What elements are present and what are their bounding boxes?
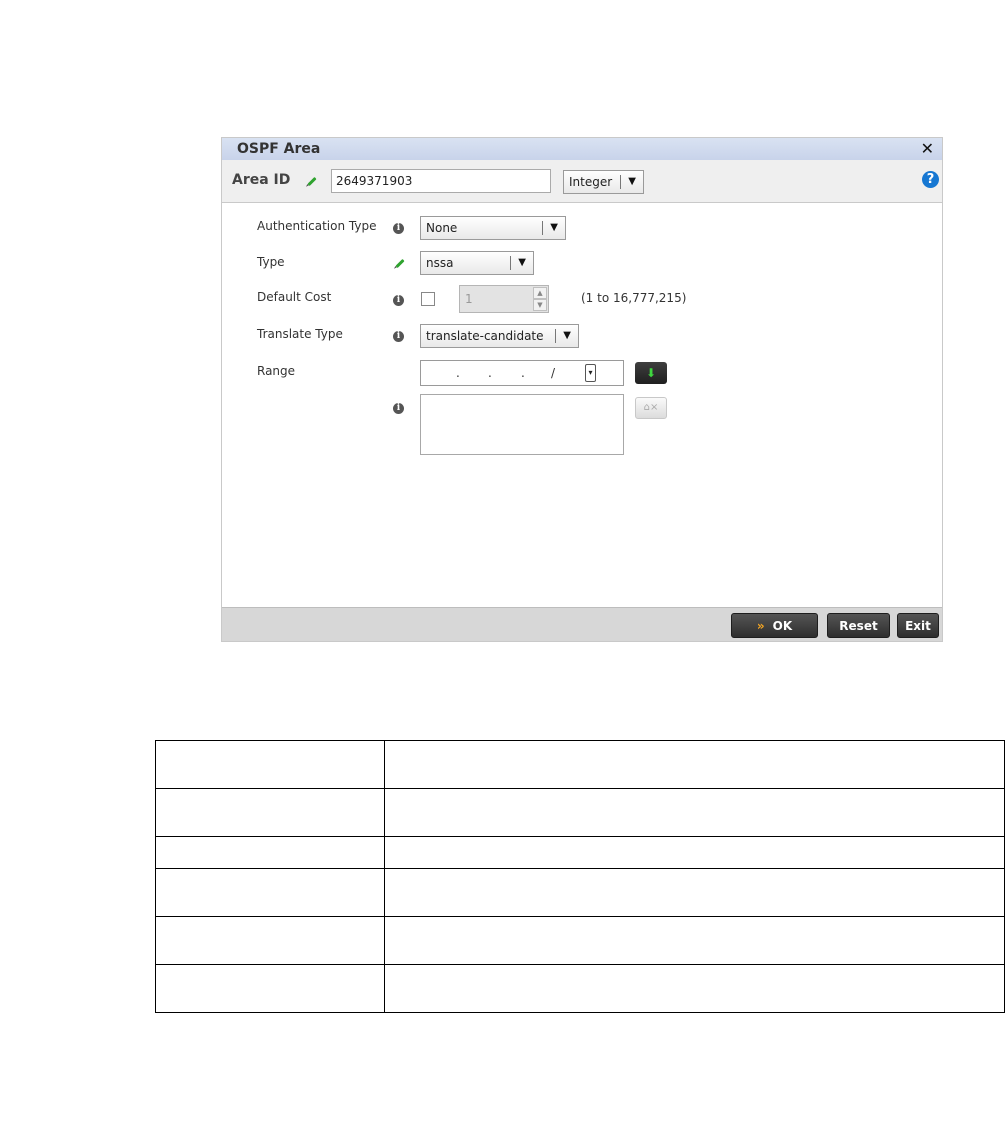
table-row <box>155 964 1005 1013</box>
info-icon: i <box>393 403 404 414</box>
remove-icon: ⌂× <box>643 402 659 413</box>
chevron-down-icon: ▼ <box>628 176 636 187</box>
table-row <box>155 916 1005 965</box>
reset-button[interactable]: Reset <box>827 613 890 638</box>
ok-button[interactable]: » OK <box>731 613 818 638</box>
table-cell <box>155 788 385 837</box>
select-separator <box>555 329 556 343</box>
ip-mask-separator: / <box>551 366 556 380</box>
area-id-type-select[interactable]: Integer ▼ <box>563 170 644 194</box>
table-cell <box>155 916 385 965</box>
default-cost-spinner[interactable]: 1 ▲ ▼ <box>459 285 549 313</box>
table-row <box>155 836 1005 869</box>
type-label: Type <box>257 255 285 269</box>
table-row <box>155 788 1005 837</box>
description-table <box>155 740 1005 1013</box>
range-list[interactable] <box>420 394 624 455</box>
translate-type-value: translate-candidate <box>426 329 544 343</box>
range-ip-input[interactable]: . . . / ▾ <box>420 360 624 386</box>
select-separator <box>620 175 621 189</box>
select-separator <box>510 256 511 270</box>
ip-octet-separator: . <box>521 366 525 380</box>
auth-type-label: Authentication Type <box>257 219 377 233</box>
area-id-label: Area ID <box>232 172 291 188</box>
table-cell <box>384 740 1005 789</box>
table-cell <box>155 868 385 917</box>
help-icon[interactable]: ? <box>922 171 939 188</box>
translate-type-select[interactable]: translate-candidate ▼ <box>420 324 579 348</box>
table-cell <box>155 836 385 869</box>
chevron-down-icon: ▼ <box>550 222 558 233</box>
type-value: nssa <box>426 256 454 270</box>
table-cell <box>384 964 1005 1013</box>
area-id-type-value: Integer <box>569 175 613 189</box>
default-cost-checkbox[interactable] <box>421 292 435 306</box>
default-cost-label: Default Cost <box>257 290 332 304</box>
table-cell <box>155 964 385 1013</box>
ip-octet-separator: . <box>456 366 460 380</box>
table-cell <box>155 740 385 789</box>
table-row <box>155 740 1005 789</box>
arrow-down-icon: ⬇ <box>645 366 657 380</box>
exit-button[interactable]: Exit <box>897 613 939 638</box>
info-icon: i <box>393 331 404 342</box>
default-cost-range-hint: (1 to 16,777,215) <box>581 291 687 305</box>
edit-pencil-icon <box>307 176 317 187</box>
spin-up-icon[interactable]: ▲ <box>533 287 547 299</box>
edit-pencil-icon <box>395 258 405 269</box>
dialog-footer: » OK Reset Exit <box>222 607 942 641</box>
area-id-input[interactable]: 2649371903 <box>331 169 551 193</box>
dialog-titlebar: OSPF Area ✕ <box>222 138 942 160</box>
table-cell <box>384 836 1005 869</box>
close-icon[interactable]: ✕ <box>921 139 934 158</box>
reset-button-label: Reset <box>839 619 878 633</box>
table-cell <box>384 788 1005 837</box>
auth-type-select[interactable]: None ▼ <box>420 216 566 240</box>
spin-down-icon[interactable]: ▼ <box>533 299 547 311</box>
info-icon: i <box>393 223 404 234</box>
area-id-bar: Area ID 2649371903 Integer ▼ ? <box>222 160 942 203</box>
ip-octet-separator: . <box>488 366 492 380</box>
mask-dropdown-icon[interactable]: ▾ <box>585 364 596 382</box>
range-label: Range <box>257 364 296 378</box>
translate-type-label: Translate Type <box>257 327 343 341</box>
type-select[interactable]: nssa ▼ <box>420 251 534 275</box>
chevron-down-icon: ▼ <box>518 257 526 268</box>
ospf-area-dialog: OSPF Area ✕ Area ID 2649371903 Integer ▼… <box>221 137 943 642</box>
chevron-down-icon: ▼ <box>563 330 571 341</box>
table-cell <box>384 868 1005 917</box>
remove-range-button[interactable]: ⌂× <box>635 397 667 419</box>
chevron-right-icon: » <box>756 619 765 633</box>
ok-button-label: OK <box>772 619 793 633</box>
table-cell <box>384 916 1005 965</box>
dialog-title: OSPF Area <box>237 141 321 157</box>
auth-type-value: None <box>426 221 458 235</box>
info-icon: i <box>393 295 404 306</box>
table-row <box>155 868 1005 917</box>
select-separator <box>542 221 543 235</box>
default-cost-value: 1 <box>465 292 473 306</box>
add-range-button[interactable]: ⬇ <box>635 362 667 384</box>
exit-button-label: Exit <box>905 619 931 633</box>
